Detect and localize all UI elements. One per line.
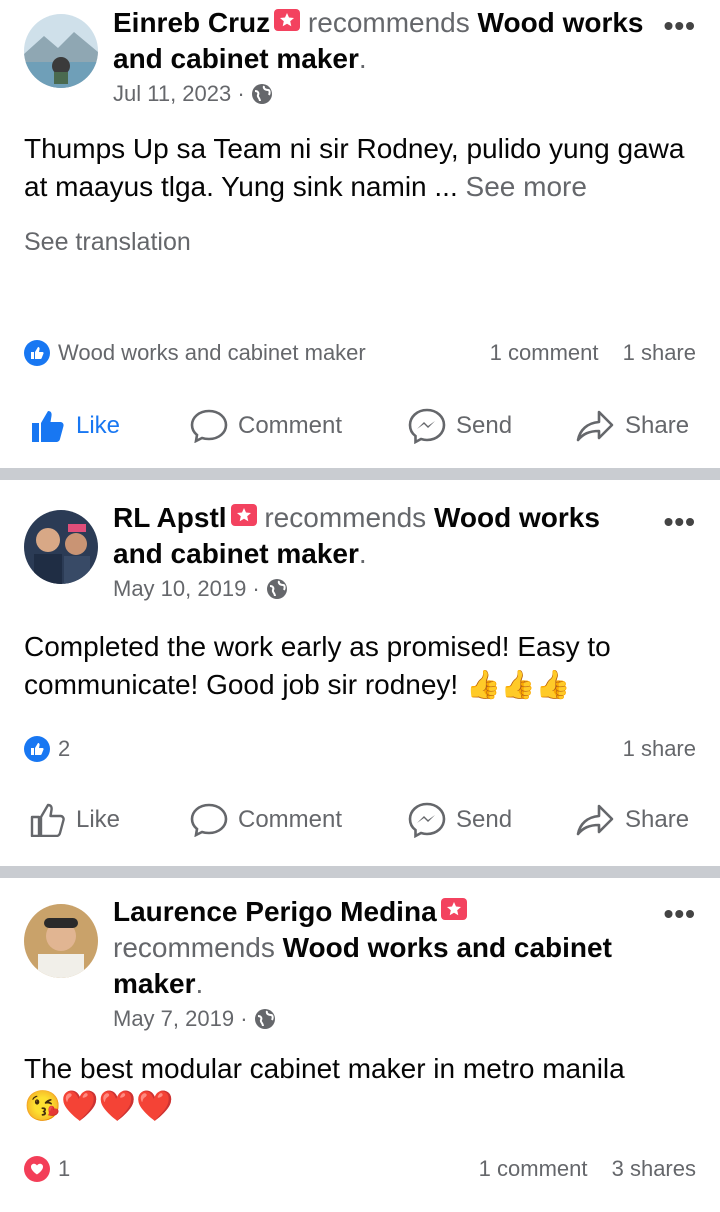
- share-label: Share: [625, 806, 690, 833]
- share-icon: [576, 410, 614, 442]
- avatar[interactable]: [24, 510, 98, 584]
- comment-button[interactable]: Comment: [190, 409, 342, 443]
- globe-icon: [266, 579, 287, 599]
- like-reaction-icon: [24, 340, 50, 366]
- post-date[interactable]: Jul 11, 2023 ·: [113, 81, 245, 107]
- like-label: Like: [76, 806, 121, 833]
- recommend-icon: [230, 504, 257, 526]
- post-body: The best modular cabinet maker in metro …: [24, 1053, 625, 1084]
- share-label: Share: [625, 412, 690, 439]
- post-emoji: 😘❤️❤️❤️: [24, 1090, 174, 1123]
- period: .: [358, 43, 367, 74]
- like-reaction-icon: [24, 736, 50, 762]
- more-options-icon[interactable]: •••: [664, 506, 696, 538]
- globe-icon: [251, 84, 272, 104]
- share-button[interactable]: Share: [575, 409, 689, 443]
- reaction-label[interactable]: Wood works and cabinet maker: [58, 340, 366, 366]
- post-body: Completed the work early as promised! Ea…: [24, 631, 611, 700]
- more-options-icon[interactable]: •••: [664, 10, 696, 42]
- comment-icon: [190, 803, 228, 837]
- business-link[interactable]: Wood works and cabinet: [283, 932, 612, 963]
- business-link[interactable]: and cabinet maker: [113, 538, 359, 569]
- avatar[interactable]: [24, 14, 98, 88]
- comment-icon: [190, 409, 228, 443]
- post-divider: [0, 468, 720, 480]
- period: .: [358, 538, 367, 569]
- see-translation-link[interactable]: See translation: [24, 228, 191, 257]
- send-button[interactable]: Send: [408, 408, 512, 444]
- globe-icon: [254, 1009, 275, 1029]
- comment-label: Comment: [238, 806, 343, 833]
- comment-label: Comment: [238, 412, 343, 439]
- comment-count[interactable]: 1 comment: [479, 1156, 588, 1181]
- thumbs-up-outline-icon: [30, 803, 65, 837]
- post-3: Laurence Perigo Medina recommends Wood w…: [0, 878, 720, 1212]
- recommends-label: recommends: [307, 7, 470, 38]
- reaction-count[interactable]: 2: [58, 736, 70, 762]
- recommend-icon: [274, 9, 301, 31]
- messenger-icon: [408, 802, 446, 838]
- post-2: RL Apstl recommends Wood works and cabin…: [0, 480, 720, 866]
- like-label: Like: [76, 412, 121, 439]
- recommend-icon: [440, 898, 467, 920]
- author-name[interactable]: RL Apstl: [113, 502, 227, 533]
- share-count[interactable]: 3 shares: [612, 1156, 696, 1181]
- recommends-label: recommends: [264, 502, 427, 533]
- send-label: Send: [456, 806, 513, 833]
- share-count[interactable]: 1 share: [623, 736, 696, 761]
- post-date[interactable]: May 7, 2019 ·: [113, 1006, 248, 1032]
- more-options-icon[interactable]: •••: [664, 898, 696, 930]
- recommends-label: recommends: [113, 932, 275, 963]
- love-reaction-icon: [24, 1156, 50, 1182]
- post-1: Einreb Cruz recommends Wood works and ca…: [0, 0, 720, 468]
- send-label: Send: [456, 412, 513, 439]
- author-name[interactable]: Einreb Cruz: [113, 7, 270, 38]
- post-divider: [0, 866, 720, 878]
- business-link[interactable]: maker: [113, 968, 196, 999]
- like-button[interactable]: Like: [30, 409, 120, 443]
- send-button[interactable]: Send: [408, 802, 512, 838]
- period: .: [195, 968, 204, 999]
- business-link[interactable]: Wood works: [434, 502, 600, 533]
- thumbs-up-icon: [32, 411, 64, 442]
- comment-count[interactable]: 1 comment: [490, 340, 599, 365]
- see-more-link[interactable]: See more: [466, 171, 587, 202]
- reaction-count[interactable]: 1: [58, 1156, 70, 1182]
- comment-button[interactable]: Comment: [190, 803, 342, 837]
- author-name[interactable]: Laurence Perigo Medina: [113, 896, 437, 927]
- share-count[interactable]: 1 share: [623, 340, 696, 365]
- messenger-icon: [408, 408, 446, 444]
- like-button[interactable]: Like: [30, 803, 120, 837]
- share-button[interactable]: Share: [575, 803, 689, 837]
- post-date[interactable]: May 10, 2019 ·: [113, 576, 260, 602]
- share-icon: [576, 804, 614, 836]
- business-link[interactable]: Wood: [478, 7, 555, 38]
- avatar[interactable]: [24, 904, 98, 978]
